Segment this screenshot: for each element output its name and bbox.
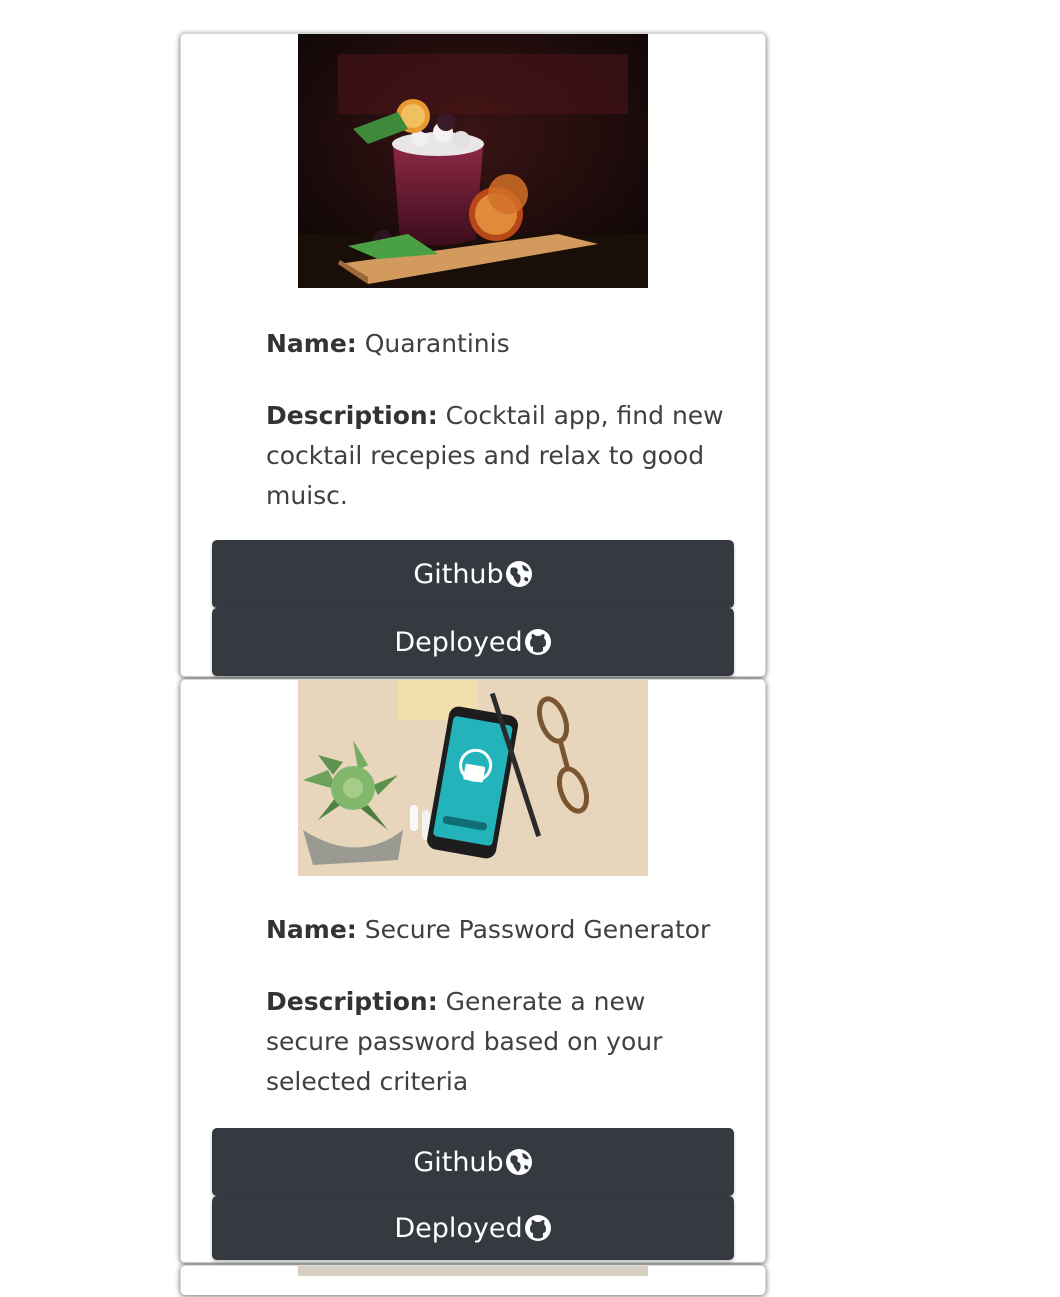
deployed-button[interactable]: Deployed <box>212 608 734 676</box>
project-description: Description: Cocktail app, find new cock… <box>266 396 736 516</box>
globe-icon <box>505 560 533 588</box>
github-button-label: Github <box>413 1146 504 1178</box>
project-image-password <box>298 680 648 876</box>
project-list: Name: Quarantinis Description: Cocktail … <box>180 33 766 1297</box>
description-label: Description: <box>266 987 438 1016</box>
name-label: Name: <box>266 915 357 944</box>
project-card: Name: Secure Password Generator Descript… <box>180 679 766 1263</box>
project-name: Name: Quarantinis <box>266 324 736 364</box>
project-image <box>298 1266 648 1276</box>
project-name-value: Secure Password Generator <box>364 915 711 944</box>
project-name-value: Quarantinis <box>364 329 510 358</box>
globe-icon <box>505 1148 533 1176</box>
github-button-label: Github <box>413 558 504 590</box>
deployed-button-label: Deployed <box>394 626 523 658</box>
project-image-cocktail <box>298 34 648 288</box>
project-description: Description: Generate a new secure passw… <box>266 982 736 1102</box>
github-icon <box>524 628 552 656</box>
name-label: Name: <box>266 329 357 358</box>
project-card: Name: Quarantinis Description: Cocktail … <box>180 33 766 677</box>
deployed-button[interactable]: Deployed <box>212 1196 734 1260</box>
description-label: Description: <box>266 401 438 430</box>
project-name: Name: Secure Password Generator <box>266 910 736 950</box>
deployed-button-label: Deployed <box>394 1212 523 1244</box>
github-icon <box>524 1214 552 1242</box>
github-button[interactable]: Github <box>212 1128 734 1196</box>
github-button[interactable]: Github <box>212 540 734 608</box>
